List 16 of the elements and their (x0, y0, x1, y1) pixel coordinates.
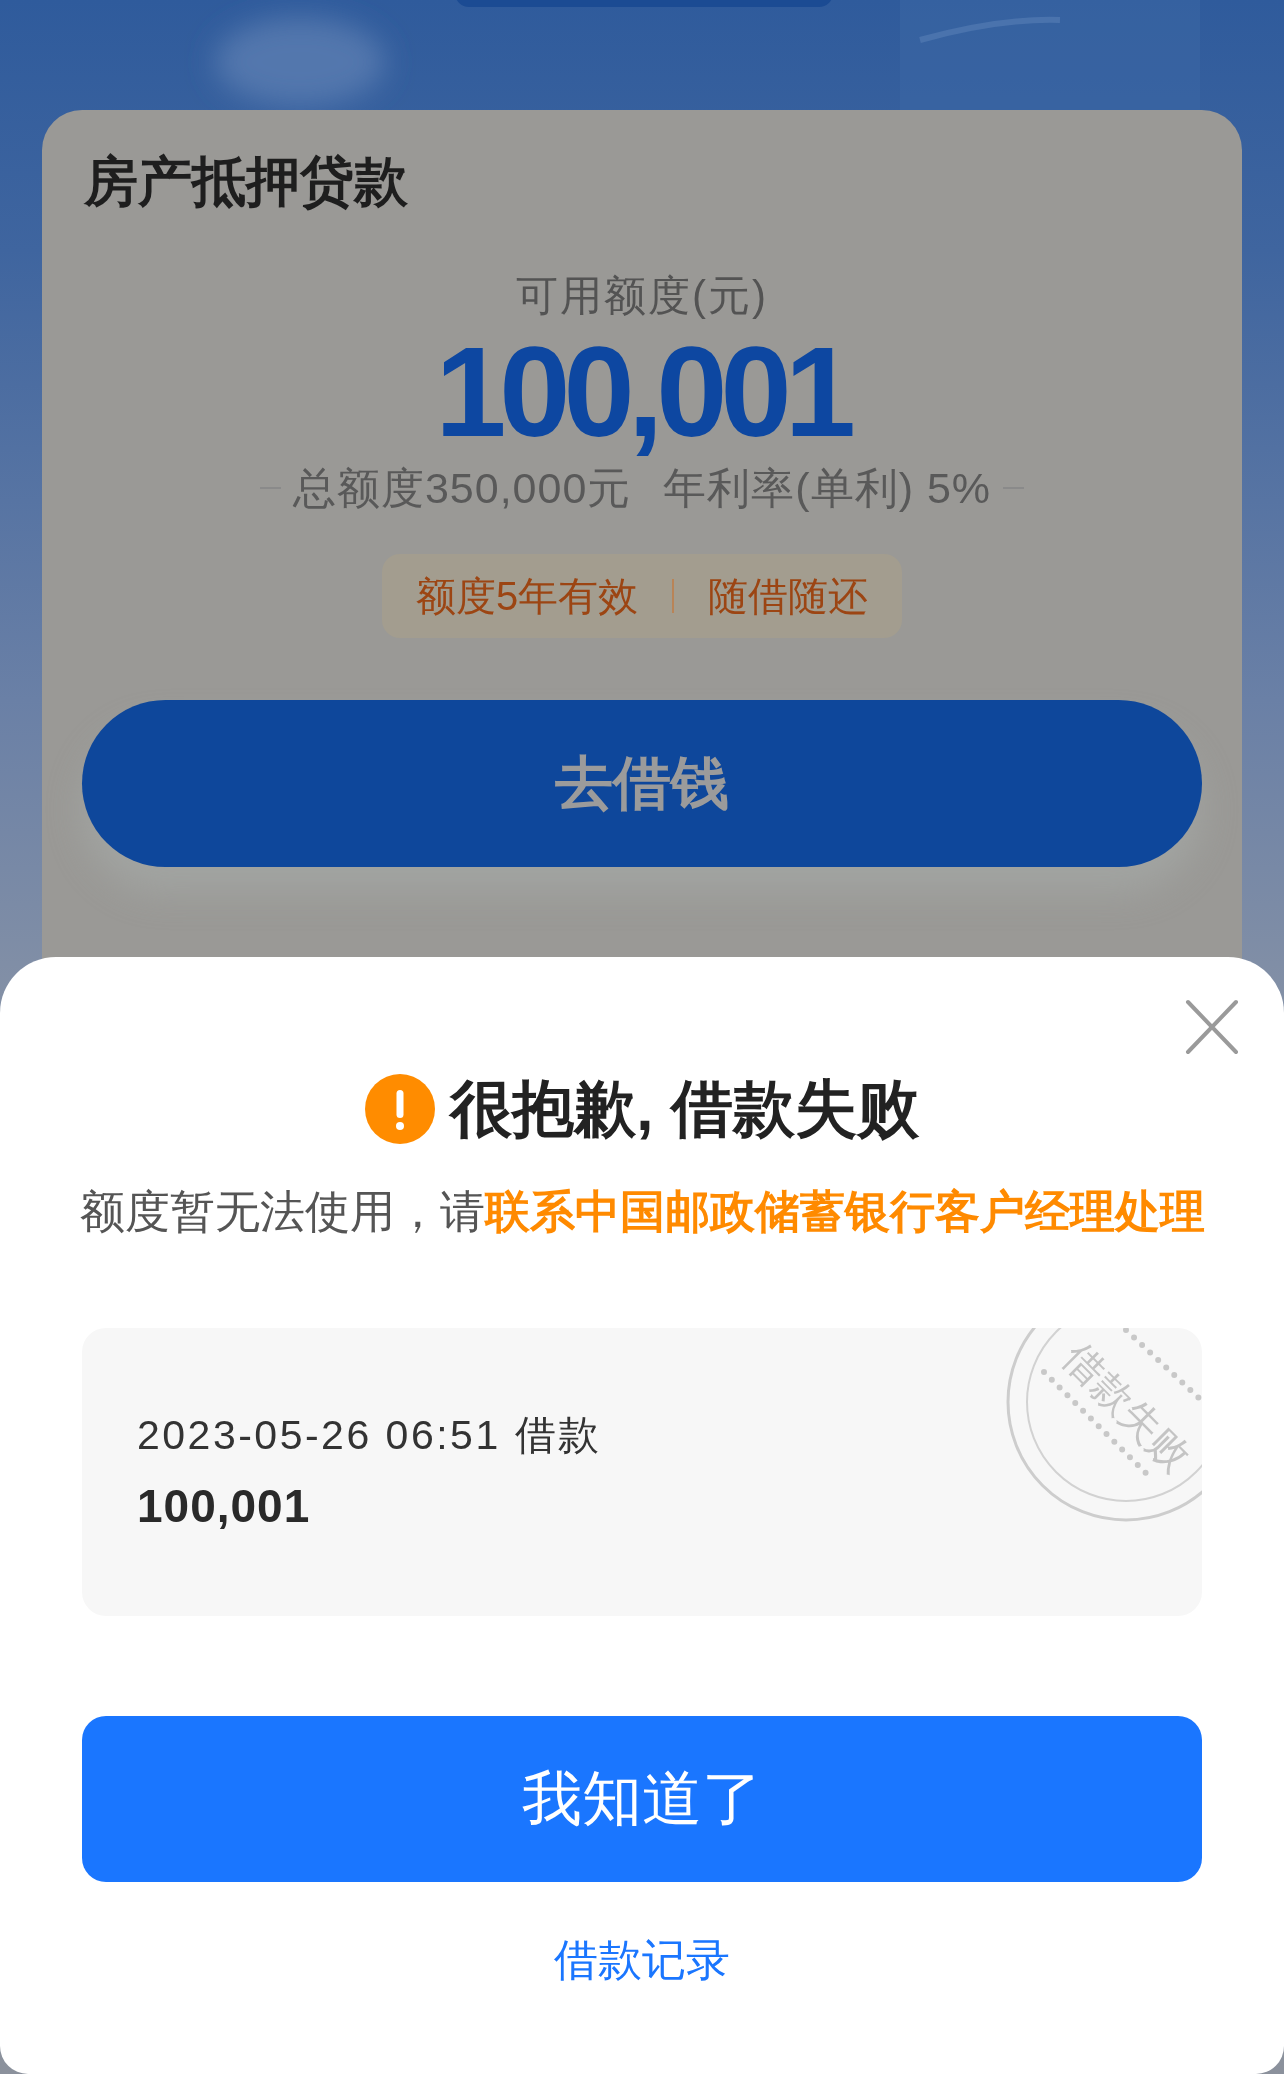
available-amount: 100,001 (435, 328, 849, 456)
card-title: 房产抵押贷款 (84, 150, 408, 212)
borrow-button[interactable]: 去借钱 (82, 700, 1202, 867)
dialog-message: 额度暂无法使用，请联系中国邮政储蓄银行客户经理处理 (78, 1186, 1206, 1238)
record-time: 2023-05-26 06:51 借款 (137, 1412, 602, 1458)
confirm-button[interactable]: 我知道了 (82, 1716, 1202, 1882)
annual-rate-text: 年利率(单利) 5% (663, 464, 992, 512)
total-limit-text: 总额度350,000元 (292, 464, 632, 512)
loan-records-link[interactable]: 借款记录 (554, 1935, 730, 1985)
warning-icon (365, 1073, 436, 1144)
close-icon[interactable] (1185, 999, 1239, 1055)
limit-label: 可用额度(元) (516, 272, 768, 320)
tag-label: 随借随还 (708, 573, 869, 620)
dialog-title: 很抱歉, 借款失败 (450, 1073, 919, 1144)
record-amount: 100,001 (137, 1479, 311, 1533)
tag-label: 额度5年有效 (415, 573, 639, 620)
